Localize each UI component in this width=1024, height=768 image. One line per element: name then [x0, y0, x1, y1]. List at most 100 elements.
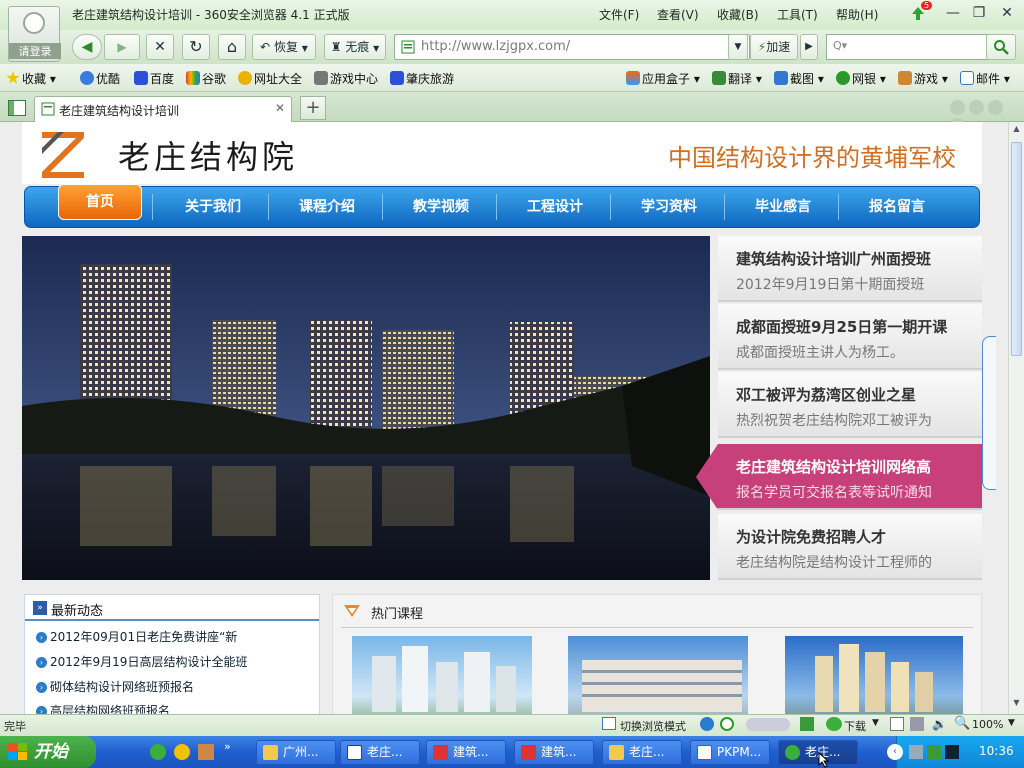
quicklaunch-browser-icon[interactable]	[174, 744, 190, 760]
bookmark-baidu[interactable]: 百度	[134, 70, 174, 87]
url-input[interactable]	[421, 39, 721, 54]
new-tab-button[interactable]: +	[300, 96, 326, 120]
tray-expand-icon[interactable]: ‹	[887, 744, 903, 760]
taskbar-item[interactable]: 老庄...	[602, 740, 682, 765]
course-thumbnail[interactable]	[352, 636, 532, 714]
screen-icon[interactable]	[910, 717, 924, 731]
news-item[interactable]: 成都面授班9月25日第一期开课 成都面授班主讲人为杨工。	[718, 304, 982, 370]
quicklaunch-app-icon[interactable]	[198, 744, 214, 760]
menu-file[interactable]: 文件(F)	[599, 6, 639, 23]
floating-side-tab[interactable]	[982, 336, 996, 490]
nav-videos[interactable]: 教学视频	[391, 186, 491, 228]
shield-icon[interactable]	[800, 717, 814, 731]
scroll-right-icon[interactable]	[968, 100, 984, 115]
course-thumbnail[interactable]	[568, 636, 748, 714]
bookmark-favorites[interactable]: 收藏 ▾	[6, 70, 56, 87]
security-icon[interactable]	[927, 745, 941, 759]
menu-favorites[interactable]: 收藏(B)	[717, 6, 759, 23]
speedup-button[interactable]: ⚡加速	[750, 34, 798, 60]
nav-courses[interactable]: 课程介绍	[277, 186, 377, 228]
menu-view[interactable]: 查看(V)	[657, 6, 699, 23]
menu-help[interactable]: 帮助(H)	[836, 6, 878, 23]
latest-news-link[interactable]: › 高层结构网络班预报名	[36, 702, 170, 714]
network-icon[interactable]	[909, 745, 923, 759]
tab-active[interactable]: 老庄建筑结构设计培训 ✕	[34, 96, 292, 122]
volume-icon[interactable]: 🔉	[932, 717, 947, 731]
restore-tabs-button[interactable]: ↶ 恢复 ▼	[252, 34, 316, 60]
nav-materials[interactable]: 学习资料	[619, 186, 719, 228]
forward-button[interactable]: ▶	[104, 34, 140, 60]
search-input[interactable]	[859, 38, 979, 53]
close-button[interactable]: ✕	[996, 3, 1018, 23]
ie-mode-icon[interactable]	[700, 717, 714, 731]
bookmark-zhaoqing-travel[interactable]: 肇庆旅游	[390, 70, 454, 87]
refresh-button[interactable]: ↻	[182, 34, 210, 60]
games-button[interactable]: 游戏 ▾	[898, 70, 948, 87]
nav-home[interactable]: 首页	[58, 184, 142, 220]
translate-button[interactable]: 翻译 ▾	[712, 70, 762, 87]
quicklaunch-more-icon[interactable]: »	[224, 740, 231, 753]
news-item[interactable]: 为设计院免费招聘人才 老庄结构院是结构设计工程师的	[718, 514, 982, 580]
taskbar-item[interactable]: 广州...	[256, 740, 336, 765]
speed-icon[interactable]	[720, 717, 734, 731]
minimize-button[interactable]: —	[942, 3, 964, 23]
tab-list-icon[interactable]	[987, 100, 1003, 115]
latest-news-link[interactable]: › 砌体结构设计网络班预报名	[36, 678, 194, 695]
bookmark-game-center[interactable]: 游戏中心	[314, 70, 378, 87]
volume-tray-icon[interactable]	[945, 745, 959, 759]
restore-button[interactable]: ❐	[968, 3, 990, 23]
scroll-down-icon[interactable]: ▼	[1011, 698, 1022, 710]
stop-button[interactable]: ✕	[146, 34, 174, 60]
hero-image[interactable]	[22, 236, 710, 580]
taskbar-item[interactable]: PKPM...	[690, 740, 770, 765]
home-button[interactable]: ⌂	[218, 34, 246, 60]
private-mode-button[interactable]: ♜ 无痕 ▼	[324, 34, 386, 60]
bookmark-url-directory[interactable]: 网址大全	[238, 70, 302, 87]
chevron-down-icon[interactable]: ▼	[1008, 718, 1015, 728]
bookmark-google[interactable]: 谷歌	[186, 70, 226, 87]
nav-testimonials[interactable]: 毕业感言	[733, 186, 833, 228]
address-bar[interactable]	[394, 34, 750, 60]
address-dropdown[interactable]: ▼	[728, 34, 748, 60]
edit-icon[interactable]	[890, 717, 904, 731]
taskbar-item[interactable]: 建筑...	[514, 740, 594, 765]
site-logo-icon[interactable]	[40, 128, 88, 182]
sidebar-toggle-icon[interactable]	[8, 100, 26, 116]
back-button[interactable]: ◀	[72, 34, 102, 60]
notification-icon[interactable]: 5	[910, 1, 933, 21]
chevron-down-icon[interactable]: ▼	[872, 718, 879, 728]
quicklaunch-360-icon[interactable]	[150, 744, 166, 760]
login-avatar[interactable]: 请登录	[8, 6, 61, 62]
news-item-active[interactable]: 老庄建筑结构设计培训网络高 报名学员可交报名表等试听通知	[696, 444, 982, 510]
scroll-left-icon[interactable]	[950, 100, 965, 115]
mail-button[interactable]: 邮件 ▾	[960, 70, 1010, 87]
online-banking-button[interactable]: 网银 ▾	[836, 70, 886, 87]
bookmark-youku[interactable]: 优酷	[80, 70, 120, 87]
news-item[interactable]: 建筑结构设计培训广州面授班 2012年9月19日第十期面授班	[718, 236, 982, 302]
scroll-up-icon[interactable]: ▲	[1011, 124, 1022, 136]
menu-tools[interactable]: 工具(T)	[777, 6, 818, 23]
app-box-button[interactable]: 应用盒子 ▾	[626, 70, 700, 87]
taskbar-item[interactable]: 老庄...	[340, 740, 420, 765]
latest-news-link[interactable]: › 2012年09月01日老庄免费讲座“新	[36, 628, 237, 645]
search-button[interactable]	[986, 34, 1016, 60]
taskbar-item[interactable]: 建筑...	[426, 740, 506, 765]
browse-mode-toggle[interactable]: 切换浏览模式	[620, 718, 686, 734]
go-button[interactable]: ▶	[800, 34, 818, 60]
nav-about[interactable]: 关于我们	[163, 186, 263, 228]
clock[interactable]: 10:36	[979, 744, 1014, 758]
latest-news-link[interactable]: › 2012年9月19日高层结构设计全能班	[36, 653, 247, 670]
news-item[interactable]: 邓工被评为荔湾区创业之星 热烈祝贺老庄结构院邓工被评为	[718, 372, 982, 438]
nav-engineering[interactable]: 工程设计	[505, 186, 605, 228]
course-thumbnail[interactable]	[785, 636, 963, 714]
scrollbar-thumb[interactable]	[1011, 142, 1022, 356]
nav-signup[interactable]: 报名留言	[847, 186, 947, 228]
screenshot-button[interactable]: 截图 ▾	[774, 70, 824, 87]
search-engine-icon[interactable]: Q▾	[833, 39, 847, 52]
download-button[interactable]: 下载	[844, 718, 866, 734]
vertical-scrollbar[interactable]: ▲ ▼	[1008, 122, 1024, 714]
start-button[interactable]: 开始	[0, 736, 96, 768]
toggle-dots-icon[interactable]	[746, 718, 790, 731]
tab-close-button[interactable]: ✕	[275, 101, 285, 115]
zoom-level[interactable]: 100%	[972, 718, 1003, 731]
